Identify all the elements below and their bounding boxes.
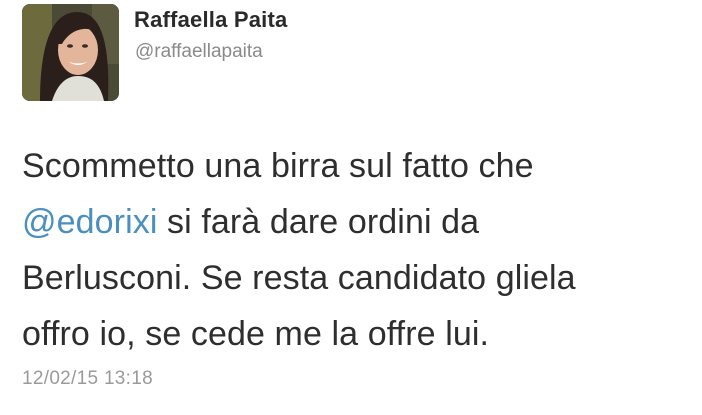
tweet-line-3: Berlusconi. Se resta candidato gliela: [22, 259, 576, 297]
mention-link[interactable]: @edorixi: [22, 203, 157, 241]
author-handle[interactable]: @raffaellapaita: [135, 41, 263, 63]
tweet-text: Scommetto una birra sul fatto che @edori…: [22, 138, 682, 362]
avatar[interactable]: [22, 4, 119, 101]
tweet-timestamp[interactable]: 12/02/15 13:18: [22, 368, 153, 390]
author-name[interactable]: Raffaella Paita: [134, 7, 287, 33]
tweet-line-2-text: si farà dare ordini da: [157, 203, 480, 241]
tweet-line-2: @edorixi si farà dare ordini da: [22, 194, 682, 250]
tweet-line-4: offro io, se cede me la offre lui.: [22, 315, 490, 353]
tweet-line-1: Scommetto una birra sul fatto che: [22, 147, 534, 185]
profile-photo-icon: [22, 4, 119, 101]
tweet-card: Raffaella Paita @raffaellapaita Scommett…: [0, 0, 702, 415]
